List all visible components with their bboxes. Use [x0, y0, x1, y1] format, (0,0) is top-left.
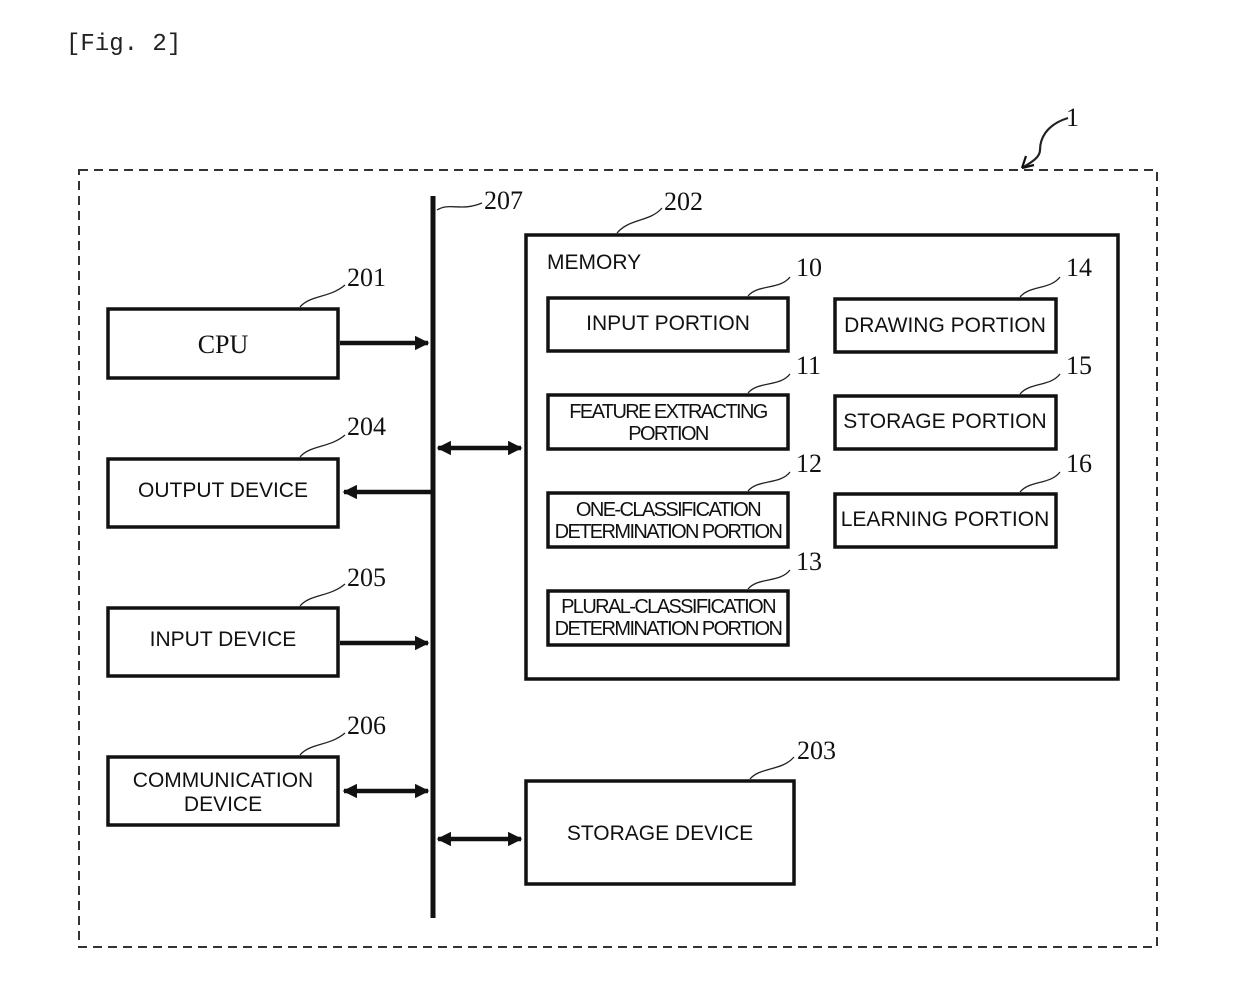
- plural-classification-determination-portion-ref-number: 13: [796, 547, 822, 576]
- communication-device-ref-number: 206: [347, 711, 386, 740]
- feature-extracting-portion-ref-number: 11: [796, 351, 821, 380]
- bus-ref-leader: [436, 202, 483, 211]
- feature-extracting-portion-label-line1: FEATURE EXTRACTING: [569, 401, 768, 423]
- memory-ref-leader: [616, 207, 663, 234]
- plural-classification-determination-portion-label-line1: PLURAL-CLASSIFICATION: [561, 596, 775, 618]
- input-device-ref-leader: [299, 583, 346, 607]
- one-classification-determination-portion-label-line2: DETERMINATION PORTION: [555, 521, 782, 543]
- one-classification-determination-portion-label-line1: ONE-CLASSIFICATION: [576, 499, 760, 521]
- communication-device-block: COMMUNICATION DEVICE 206: [106, 711, 430, 827]
- cpu-ref-number: 201: [347, 263, 386, 292]
- communication-device-label-line2: DEVICE: [184, 793, 262, 816]
- input-portion-label: INPUT PORTION: [586, 312, 750, 335]
- system-ref-leader: [1021, 116, 1069, 169]
- output-device-ref-leader: [299, 434, 346, 458]
- output-device-label: OUTPUT DEVICE: [138, 479, 308, 502]
- communication-device-label-line1: COMMUNICATION: [133, 769, 313, 792]
- storage-device-block: STORAGE DEVICE 203: [436, 736, 836, 886]
- output-device-ref-number: 204: [347, 412, 386, 441]
- storage-device-label: STORAGE DEVICE: [567, 822, 753, 845]
- output-device-block: OUTPUT DEVICE 204: [106, 412, 431, 529]
- block-diagram: [Fig. 2] 1 207 CPU 201 OUTPUT DEVICE 204…: [66, 31, 1158, 948]
- feature-extracting-portion-label-line2: PORTION: [628, 423, 708, 445]
- communication-device-ref-leader: [299, 732, 346, 756]
- drawing-portion-ref-number: 14: [1066, 253, 1092, 282]
- plural-classification-determination-portion-label-line2: DETERMINATION PORTION: [555, 618, 782, 640]
- learning-portion-label: LEARNING PORTION: [841, 508, 1049, 531]
- cpu-label: CPU: [198, 330, 249, 359]
- one-classification-determination-portion-ref-number: 12: [796, 449, 822, 478]
- system-ref-number: 1: [1066, 103, 1079, 132]
- storage-portion-label: STORAGE PORTION: [843, 410, 1046, 433]
- memory-block: MEMORY 202 INPUT PORTION 10 FEATURE EXTR…: [436, 187, 1120, 681]
- figure-title: [Fig. 2]: [66, 31, 181, 58]
- storage-device-ref-leader: [749, 756, 795, 780]
- input-device-block: INPUT DEVICE 205: [106, 563, 430, 678]
- input-device-ref-number: 205: [347, 563, 386, 592]
- memory-ref-number: 202: [664, 187, 703, 216]
- drawing-portion-label: DRAWING PORTION: [844, 314, 1046, 337]
- storage-portion-ref-number: 15: [1066, 351, 1092, 380]
- input-device-label: INPUT DEVICE: [150, 628, 297, 651]
- cpu-ref-leader: [299, 284, 346, 308]
- learning-portion-ref-number: 16: [1066, 449, 1092, 478]
- memory-label: MEMORY: [547, 251, 641, 274]
- storage-device-ref-number: 203: [797, 736, 836, 765]
- cpu-block: CPU 201: [106, 263, 430, 380]
- input-portion-ref-number: 10: [796, 253, 822, 282]
- bus-ref-number: 207: [484, 186, 523, 215]
